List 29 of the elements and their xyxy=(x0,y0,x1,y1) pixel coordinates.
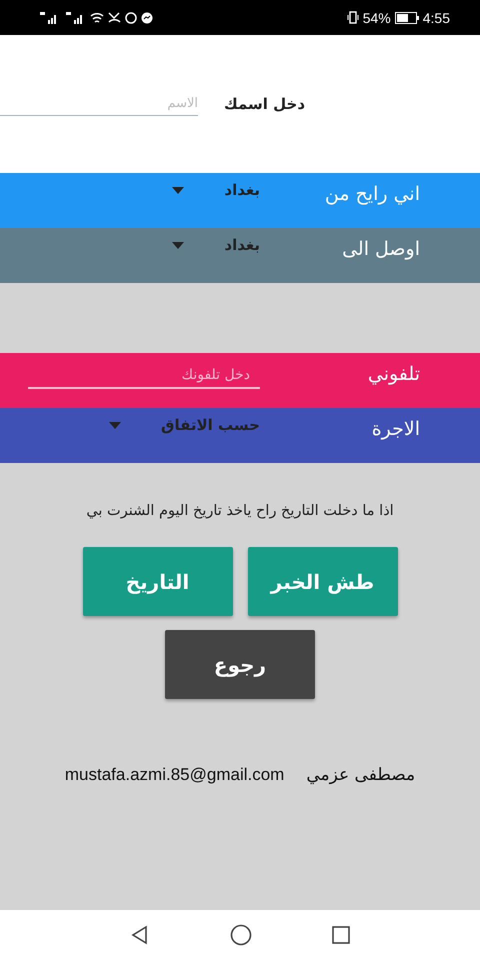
caret-icon xyxy=(172,186,184,194)
back-icon[interactable] xyxy=(130,925,150,945)
clock-time: 4:55 xyxy=(422,10,450,26)
missed-call-icon xyxy=(108,12,121,24)
messenger-icon xyxy=(141,12,153,24)
vibrate-icon xyxy=(346,11,359,24)
dropdown[interactable]: بغداد xyxy=(172,236,260,254)
contact-name: مصطفى عزمي xyxy=(306,765,416,785)
name-input-field[interactable]: الاسم xyxy=(0,92,198,116)
action-button[interactable]: التاريخ xyxy=(82,547,232,616)
caret-icon xyxy=(172,242,184,248)
contact-email: mustafa.azmi.85@gmail.com xyxy=(64,765,284,785)
date-note: اذا ما دخلت التاريخ راح ياخذ تاريخ اليوم الشنرت بي xyxy=(86,503,394,519)
battery-icon xyxy=(394,12,419,24)
action-button[interactable]: طش الخبر xyxy=(248,547,398,616)
dropdown[interactable]: بغداد xyxy=(172,181,260,199)
field-label: اوصل الى xyxy=(341,238,420,260)
name-label: دخل اسمك xyxy=(224,95,306,113)
phone-input-field[interactable]: دخل تلفونك xyxy=(28,363,260,389)
dropdown[interactable]: حسب الاتفاق xyxy=(109,416,260,434)
home-icon[interactable] xyxy=(230,924,252,946)
field-label: اني رايح من xyxy=(324,183,420,205)
back-button[interactable]: رجوع xyxy=(165,630,315,699)
recents-icon[interactable] xyxy=(332,926,350,944)
battery-percent: 54% xyxy=(362,10,391,26)
field-label: الاجرة xyxy=(370,418,420,440)
caret-icon xyxy=(109,422,122,428)
wifi-icon xyxy=(90,12,104,24)
field-label: تلفوني xyxy=(366,363,420,385)
